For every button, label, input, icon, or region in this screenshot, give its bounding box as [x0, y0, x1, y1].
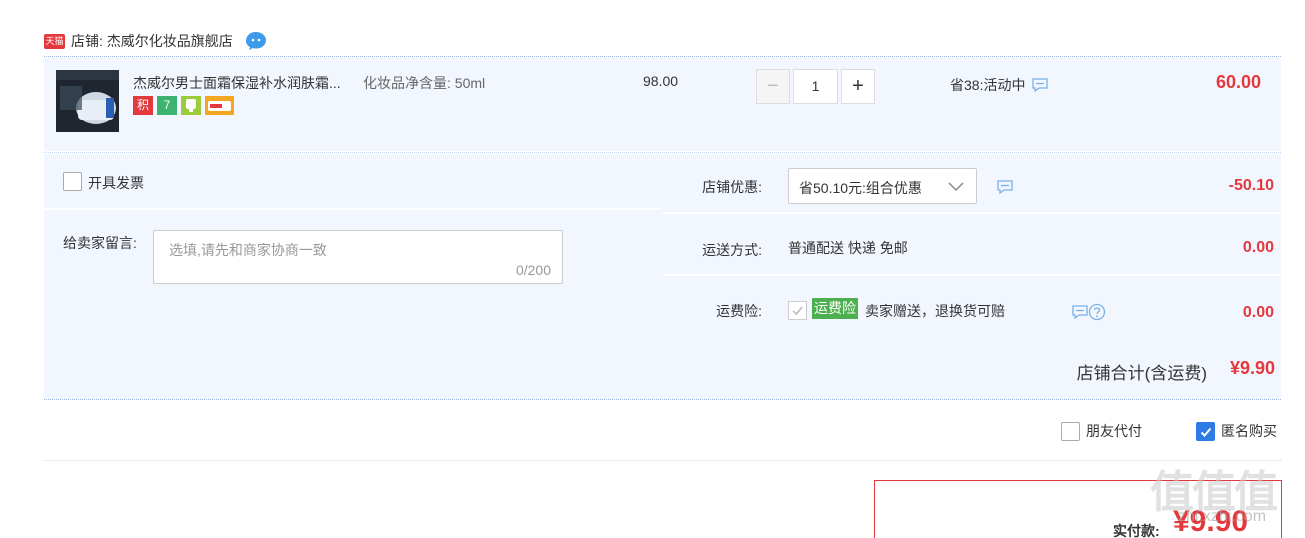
product-thumbnail[interactable]: [56, 70, 119, 132]
discount-text: 省38:活动中: [950, 77, 1026, 93]
insurance-row: 运费险: 运费险 卖家赠送，退换货可赔 0.00: [663, 278, 1281, 334]
anonymous-purchase-checkbox[interactable]: [1196, 421, 1215, 441]
anonymous-purchase-option[interactable]: 匿名购买: [1196, 421, 1277, 441]
message-placeholder: 选填,请先和商家协商一致: [169, 242, 327, 258]
insurance-tag: 运费险: [812, 298, 858, 319]
item-discount-note: 省38:活动中: [950, 75, 1049, 95]
card-icon: [205, 96, 234, 115]
service-icons: 积 7: [133, 96, 234, 115]
options-right-column: 店铺优惠: 省50.10元:组合优惠 -50.10 运送方式: 普通配送 快递 …: [663, 154, 1281, 334]
item-title-link[interactable]: 杰威尔男士面霜保湿补水润肤霜...: [133, 73, 341, 93]
shipping-amount: 0.00: [1242, 239, 1274, 256]
shop-discount-row: 店铺优惠: 省50.10元:组合优惠 -50.10: [663, 154, 1281, 214]
shipping-label: 运送方式:: [702, 242, 762, 258]
message-bubble-icon[interactable]: [1031, 77, 1049, 93]
message-bubble-icon[interactable]: [996, 179, 1014, 195]
decrease-quantity-button[interactable]: −: [756, 69, 790, 104]
shop-subtotal-row: 店铺合计(含运费) ¥9.90: [44, 336, 1281, 399]
message-char-count: 0/200: [515, 262, 551, 278]
item-total-price: 60.00: [1215, 72, 1261, 92]
invoice-row: 开具发票: [44, 154, 661, 210]
shipping-row: 运送方式: 普通配送 快递 免邮 0.00: [663, 216, 1281, 276]
insurance-checkbox: [788, 301, 807, 320]
insurance-label: 运费险:: [716, 303, 762, 319]
shop-discount-select[interactable]: 省50.10元:组合优惠: [788, 168, 977, 204]
help-icon[interactable]: [1088, 303, 1106, 321]
shop-name-link[interactable]: 店铺: 杰威尔化妆品旗舰店: [71, 31, 233, 51]
quantity-input[interactable]: 1: [793, 69, 838, 104]
order-options-panel: 开具发票 给卖家留言: 选填,请先和商家协商一致 0/200 店铺优惠: 省50…: [44, 154, 1281, 399]
shop-header: 天猫 店铺: 杰威尔化妆品旗舰店: [44, 30, 267, 52]
chevron-down-icon: [948, 182, 964, 192]
divider: [44, 460, 1281, 461]
anonymous-purchase-label[interactable]: 匿名购买: [1221, 421, 1277, 441]
wangwang-chat-icon[interactable]: [245, 31, 267, 51]
shipping-method: 普通配送 快递 免邮: [788, 240, 908, 256]
unit-price: 98.00: [643, 73, 679, 89]
insurance-amount: 0.00: [1242, 304, 1274, 321]
divider: [44, 152, 1281, 153]
cart-item-row: 杰威尔男士面霜保湿补水润肤霜... 化妆品净含量: 50ml 积 7 98.00…: [44, 58, 1281, 151]
increase-quantity-button[interactable]: +: [841, 69, 875, 104]
quantity-stepper: − 1 +: [756, 69, 875, 104]
checkmark-icon: [1200, 427, 1212, 437]
shop-discount-amount: -50.10: [1228, 177, 1274, 194]
shop-discount-value: 省50.10元:组合优惠: [799, 180, 922, 196]
subtotal-label: 店铺合计(含运费): [1076, 364, 1207, 383]
shop-discount-label: 店铺优惠:: [702, 179, 762, 195]
seven-day-return-icon: 7: [157, 96, 177, 115]
invoice-checkbox[interactable]: [63, 172, 82, 191]
insurance-description: 卖家赠送，退换货可赔: [865, 303, 1005, 319]
tmall-logo-icon: 天猫: [44, 33, 65, 49]
invoice-label[interactable]: 开具发票: [88, 173, 144, 193]
seller-message-input[interactable]: 选填,请先和商家协商一致 0/200: [153, 230, 563, 284]
seller-message-label: 给卖家留言:: [63, 235, 137, 251]
watermark-url: zhi.xzhi.com: [1178, 508, 1267, 525]
divider: [44, 56, 1281, 57]
friend-pay-label[interactable]: 朋友代付: [1086, 421, 1142, 441]
message-bubble-icon[interactable]: [1071, 304, 1089, 320]
friend-pay-checkbox[interactable]: [1061, 421, 1080, 441]
item-spec: 化妆品净含量: 50ml: [363, 75, 486, 91]
actual-payment-label: 实付款:: [1113, 523, 1160, 538]
guarantee-icon: [181, 96, 201, 115]
divider: [44, 399, 1281, 400]
friend-pay-option[interactable]: 朋友代付: [1061, 421, 1142, 441]
subtotal-value: ¥9.90: [1229, 358, 1275, 378]
points-icon: 积: [133, 96, 153, 115]
